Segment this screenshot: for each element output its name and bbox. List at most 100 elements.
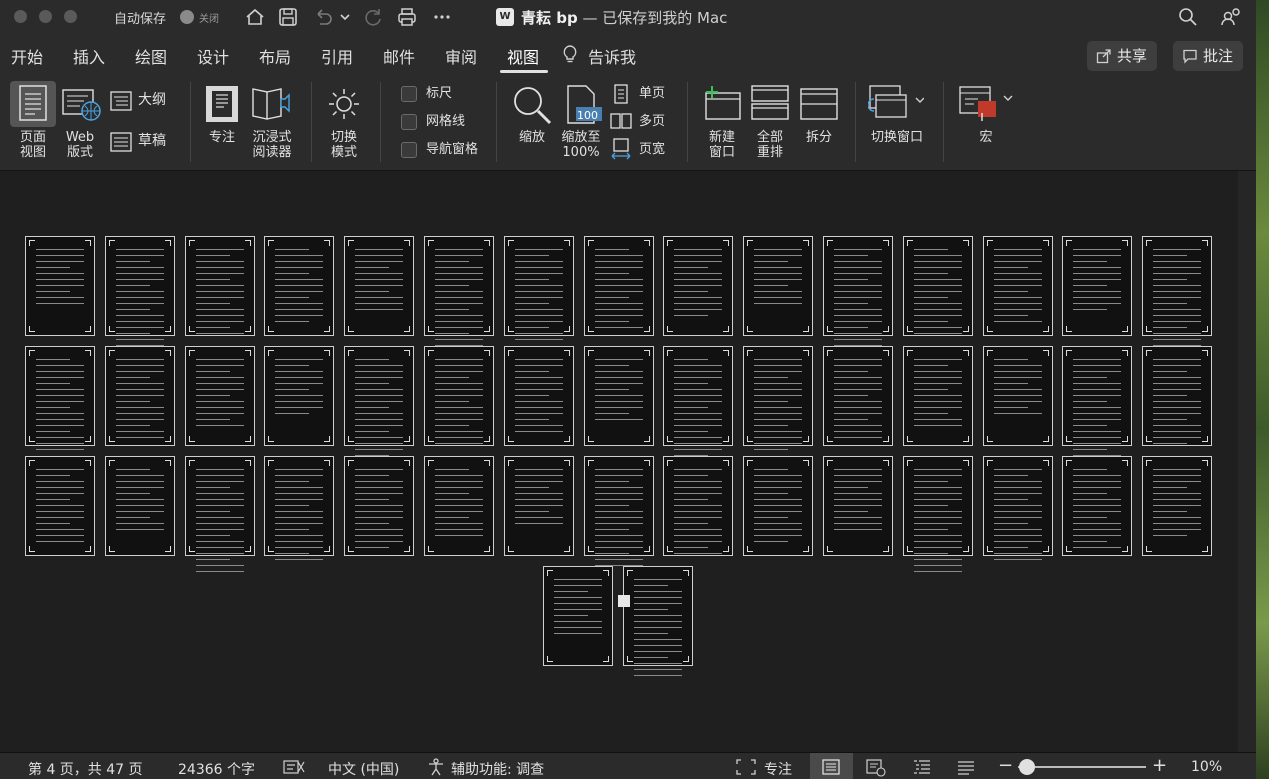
print-icon[interactable] xyxy=(396,6,418,28)
print-layout-view-icon[interactable] xyxy=(822,759,840,775)
page-thumbnail[interactable] xyxy=(584,236,654,336)
nav-pane-label[interactable]: 导航窗格 xyxy=(426,142,478,157)
print-layout-label[interactable]: 页面 视图 xyxy=(14,130,52,160)
language-indicator[interactable]: 中文 (中国) xyxy=(328,759,399,779)
zoom-100-label[interactable]: 缩放至 100% xyxy=(558,130,604,160)
multiple-pages-icon[interactable] xyxy=(610,112,632,130)
new-window-label[interactable]: 新建 窗口 xyxy=(702,130,742,160)
tab-insert[interactable]: 插入 xyxy=(73,44,105,68)
switch-mode-label[interactable]: 切换 模式 xyxy=(324,130,364,160)
arrange-all-icon[interactable] xyxy=(751,85,789,121)
ruler-label[interactable]: 标尺 xyxy=(426,86,452,101)
page-thumbnail[interactable] xyxy=(1062,456,1132,556)
switch-windows-icon[interactable] xyxy=(868,85,924,121)
accessibility-status[interactable]: 辅助功能: 调查 xyxy=(451,759,544,779)
accessibility-icon[interactable] xyxy=(427,758,445,776)
page-thumbnail[interactable] xyxy=(903,236,973,336)
redo-icon[interactable] xyxy=(362,6,384,28)
home-icon[interactable] xyxy=(244,6,266,28)
page-thumbnail[interactable] xyxy=(823,346,893,446)
print-layout-icon[interactable] xyxy=(19,85,47,121)
page-thumbnail[interactable] xyxy=(344,346,414,456)
web-layout-icon[interactable] xyxy=(62,88,102,122)
zoom-level[interactable]: 10% xyxy=(1191,759,1222,775)
page-thumbnail[interactable] xyxy=(424,456,494,556)
close-window-button[interactable] xyxy=(14,10,27,23)
page-thumbnail[interactable] xyxy=(743,236,813,336)
draft-icon[interactable] xyxy=(110,132,132,152)
undo-dropdown-icon[interactable] xyxy=(338,6,352,28)
page-thumbnail[interactable] xyxy=(743,456,813,556)
autosave-toggle[interactable] xyxy=(180,10,194,24)
page-thumbnail[interactable] xyxy=(543,566,613,666)
arrange-all-label[interactable]: 全部 重排 xyxy=(750,130,790,160)
page-thumbnail[interactable] xyxy=(344,236,414,336)
page-thumbnail[interactable] xyxy=(623,566,693,676)
outline-view-icon[interactable] xyxy=(913,759,931,775)
page-count[interactable]: 第 4 页，共 47 页 xyxy=(28,759,143,779)
vertical-scrollbar[interactable] xyxy=(1238,171,1256,752)
page-thumbnail[interactable] xyxy=(1062,346,1132,456)
page-thumbnail[interactable] xyxy=(823,456,893,556)
page-thumbnail[interactable] xyxy=(823,236,893,346)
page-thumbnail[interactable] xyxy=(1062,236,1132,336)
page-thumbnail[interactable] xyxy=(25,456,95,556)
one-page-icon[interactable] xyxy=(612,84,630,104)
share-button[interactable]: 共享 xyxy=(1087,41,1158,71)
switch-mode-icon[interactable] xyxy=(326,86,362,122)
page-width-label[interactable]: 页宽 xyxy=(639,142,665,157)
outline-label[interactable]: 大纲 xyxy=(138,93,166,108)
page-thumbnail[interactable] xyxy=(983,346,1053,446)
focus-mode-label[interactable]: 专注 xyxy=(764,759,792,779)
minimize-window-button[interactable] xyxy=(39,10,52,23)
page-thumbnail[interactable] xyxy=(105,236,175,346)
switch-windows-label[interactable]: 切换窗口 xyxy=(866,130,928,145)
page-thumbnail[interactable] xyxy=(983,236,1053,336)
word-count[interactable]: 24366 个字 xyxy=(178,759,255,779)
gridlines-label[interactable]: 网格线 xyxy=(426,114,465,129)
tab-layout[interactable]: 布局 xyxy=(259,44,291,68)
tab-design[interactable]: 设计 xyxy=(197,44,229,68)
split-label[interactable]: 拆分 xyxy=(799,130,839,145)
ruler-checkbox[interactable] xyxy=(401,86,417,102)
zoom-window-button[interactable] xyxy=(64,10,77,23)
zoom-in-button[interactable]: + xyxy=(1152,755,1167,776)
tell-me-search[interactable]: 告诉我 xyxy=(588,44,636,68)
gridlines-checkbox[interactable] xyxy=(401,114,417,130)
page-thumbnail[interactable] xyxy=(264,346,334,446)
page-thumbnail[interactable] xyxy=(344,456,414,556)
page-thumbnail[interactable] xyxy=(105,346,175,446)
zoom-out-button[interactable]: − xyxy=(998,755,1013,776)
undo-icon[interactable] xyxy=(312,6,334,28)
page-thumbnail[interactable] xyxy=(903,456,973,572)
tab-references[interactable]: 引用 xyxy=(321,44,353,68)
comments-button[interactable]: 批注 xyxy=(1173,41,1244,71)
page-thumbnail[interactable] xyxy=(504,236,574,340)
page-thumbnail[interactable] xyxy=(663,346,733,462)
proofing-icon[interactable] xyxy=(283,759,305,775)
tab-draw[interactable]: 绘图 xyxy=(135,44,167,68)
page-thumbnail[interactable] xyxy=(105,456,175,556)
web-layout-label[interactable]: Web 版式 xyxy=(60,130,100,160)
new-window-icon[interactable] xyxy=(702,85,742,121)
page-thumbnail[interactable] xyxy=(663,456,733,556)
share-people-icon[interactable] xyxy=(1220,6,1242,28)
page-thumbnail[interactable] xyxy=(264,456,334,560)
page-thumbnail[interactable] xyxy=(504,456,574,556)
page-thumbnail[interactable] xyxy=(25,346,95,450)
draft-label[interactable]: 草稿 xyxy=(138,134,166,149)
page-thumbnail[interactable] xyxy=(584,346,654,446)
page-thumbnail[interactable] xyxy=(663,236,733,336)
zoom-icon[interactable] xyxy=(512,85,552,125)
page-thumbnail[interactable] xyxy=(185,346,255,446)
tab-review[interactable]: 审阅 xyxy=(445,44,477,68)
zoom-label[interactable]: 缩放 xyxy=(512,130,552,145)
tab-view[interactable]: 视图 xyxy=(507,44,539,68)
web-layout-view-icon[interactable] xyxy=(866,759,886,777)
page-thumbnail[interactable] xyxy=(584,456,654,566)
zoom-slider-track[interactable] xyxy=(1018,766,1146,768)
tab-mailings[interactable]: 邮件 xyxy=(383,44,415,68)
focus-label[interactable]: 专注 xyxy=(204,130,240,145)
nav-pane-checkbox[interactable] xyxy=(401,142,417,158)
page-thumbnail[interactable] xyxy=(1142,346,1212,446)
